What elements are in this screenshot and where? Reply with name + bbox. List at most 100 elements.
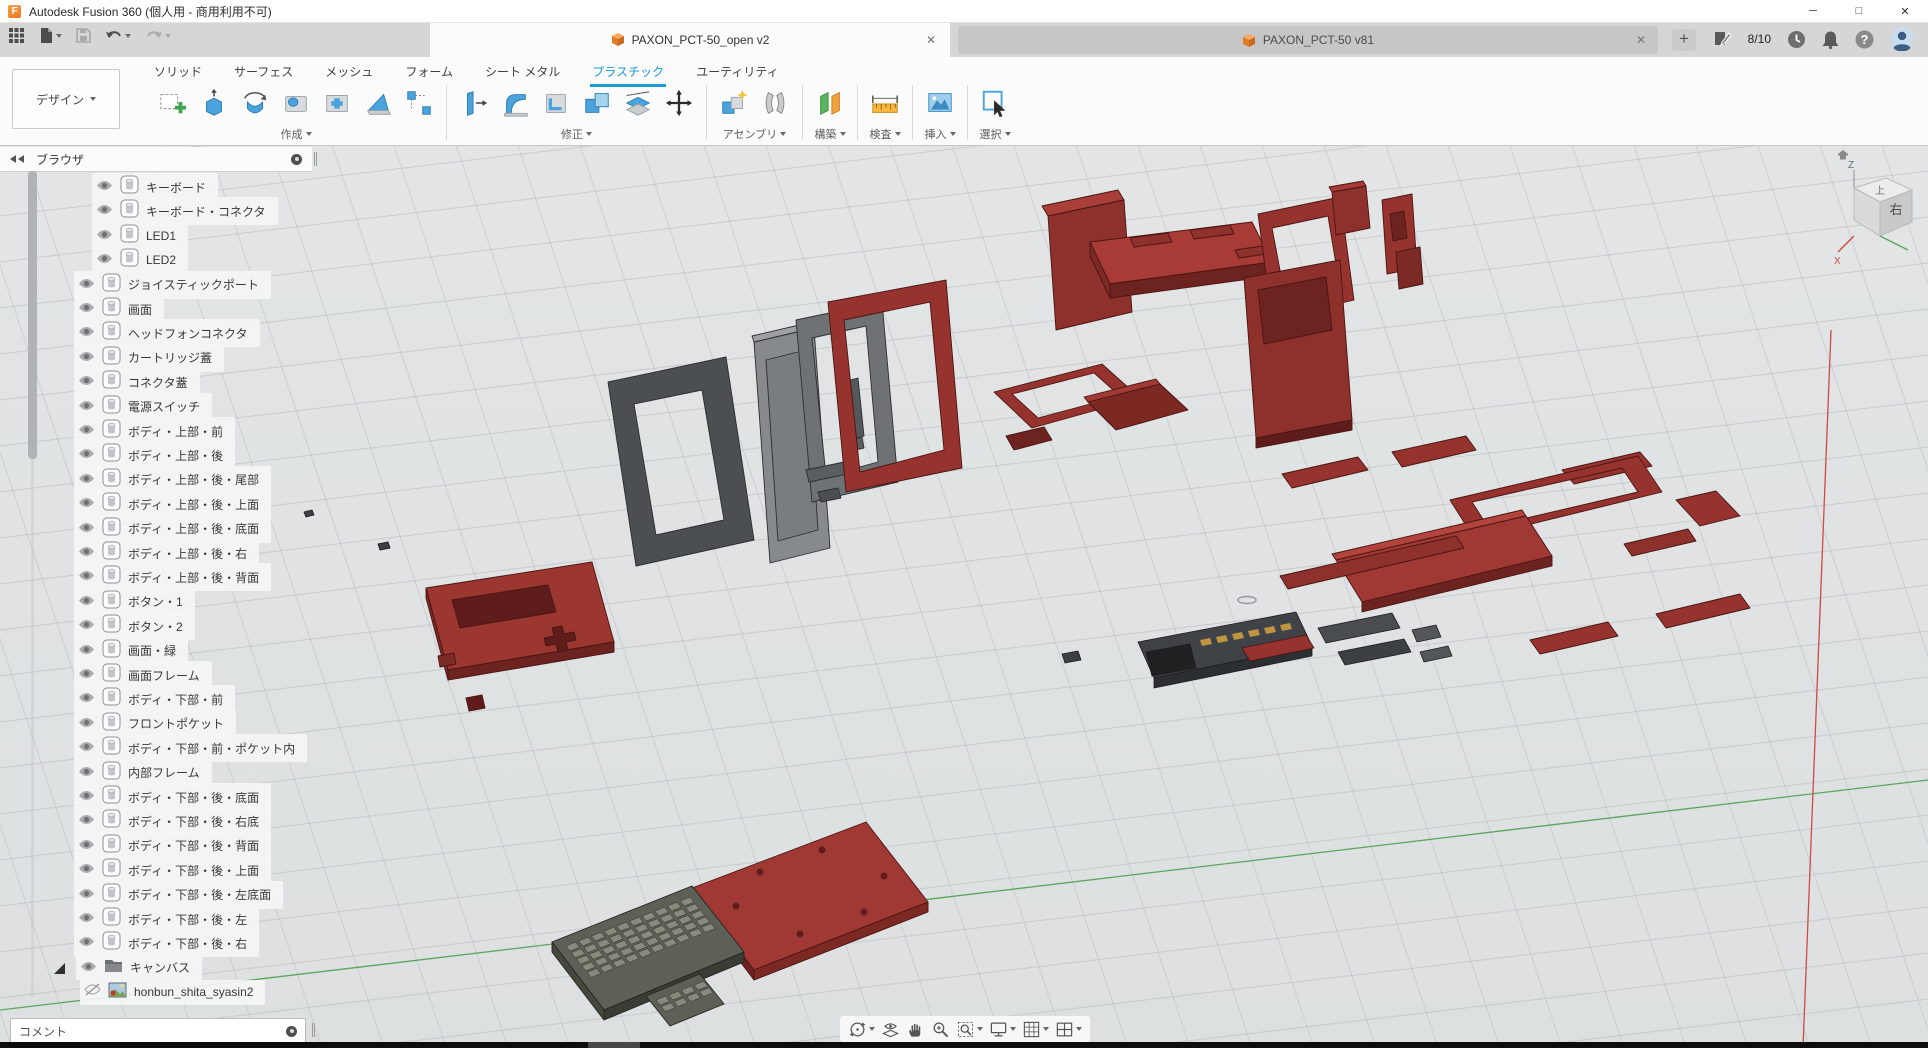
ribbon-group-label[interactable]: 構築: [815, 126, 846, 142]
pattern-icon[interactable]: [402, 86, 436, 120]
undo-icon[interactable]: [105, 28, 131, 43]
tree-row-ボディ・下部・後・右底[interactable]: ボディ・下部・後・右底: [74, 809, 271, 833]
ribbon-group-label[interactable]: 作成: [281, 126, 312, 142]
document-tab-active[interactable]: PAXON_PCT-50_open v2 ✕: [430, 22, 950, 57]
workspace-menu[interactable]: デザイン: [12, 69, 120, 129]
orbit-icon[interactable]: [848, 1020, 875, 1039]
collapse-panel-icon[interactable]: [10, 155, 26, 163]
insert-canvas-icon[interactable]: [923, 86, 957, 120]
eye-visible-icon[interactable]: [96, 202, 113, 220]
combine-icon[interactable]: [580, 86, 614, 120]
redo-icon[interactable]: [145, 28, 171, 43]
tree-row-キーボード[interactable]: キーボード: [92, 175, 218, 199]
tree-row-ボディ・上部・後・底面[interactable]: ボディ・上部・後・底面: [74, 517, 271, 541]
tree-row-キャンバス[interactable]: キャンバス: [52, 956, 202, 980]
browser-header[interactable]: ブラウザ: [0, 147, 312, 172]
tree-row-ボディ・上部・後・上面[interactable]: ボディ・上部・後・上面: [74, 492, 271, 516]
eye-visible-icon[interactable]: [78, 690, 95, 708]
comment-marker-icon[interactable]: [286, 1026, 297, 1037]
ribbon-group-label[interactable]: 検査: [870, 126, 901, 142]
eye-visible-icon[interactable]: [78, 861, 95, 879]
new-tab-button[interactable]: +: [1672, 29, 1696, 51]
eye-visible-icon[interactable]: [80, 959, 97, 977]
select-icon[interactable]: [978, 86, 1012, 120]
viewcube-right-face-label[interactable]: 右: [1889, 202, 1902, 217]
tab-close-icon[interactable]: ✕: [924, 33, 938, 47]
shell-icon[interactable]: [539, 86, 573, 120]
home-icon[interactable]: [1838, 150, 1848, 160]
eye-visible-icon[interactable]: [96, 178, 113, 196]
tree-row-画面[interactable]: 画面: [74, 297, 164, 321]
eye-visible-icon[interactable]: [78, 910, 95, 928]
eye-visible-icon[interactable]: [78, 568, 95, 586]
eye-visible-icon[interactable]: [78, 812, 95, 830]
eye-visible-icon[interactable]: [78, 642, 95, 660]
save-icon[interactable]: [76, 28, 91, 43]
viewcube-top-face-label[interactable]: 上: [1875, 185, 1885, 197]
tree-row-電源スイッチ[interactable]: 電源スイッチ: [74, 395, 212, 419]
tree-row-ボタン・1[interactable]: ボタン・1: [74, 590, 195, 614]
panel-drag-grip[interactable]: [314, 152, 315, 166]
ribbon-group-label[interactable]: 選択: [980, 126, 1011, 142]
tree-row-ボディ・下部・後・右[interactable]: ボディ・下部・後・右: [74, 931, 259, 955]
eye-visible-icon[interactable]: [78, 764, 95, 782]
tree-row-コネクタ蓋[interactable]: コネクタ蓋: [74, 370, 200, 394]
tree-row-ボディ・上部・後・尾部[interactable]: ボディ・上部・後・尾部: [74, 468, 271, 492]
split-body-icon[interactable]: [621, 86, 655, 120]
eye-visible-icon[interactable]: [78, 715, 95, 733]
look-at-icon[interactable]: [881, 1020, 900, 1039]
ribbon-group-label[interactable]: 修正: [561, 126, 592, 142]
eye-visible-icon[interactable]: [78, 617, 95, 635]
part-pcb-cluster[interactable]: [1062, 612, 1452, 688]
notifications-bell-icon[interactable]: [1822, 30, 1839, 49]
tree-row-honbun_shita_syasin2[interactable]: honbun_shita_syasin2: [80, 980, 265, 1004]
tree-row-ボディ・下部・後・上面[interactable]: ボディ・下部・後・上面: [74, 858, 271, 882]
viewports-icon[interactable]: [1055, 1020, 1082, 1039]
eye-visible-icon[interactable]: [96, 251, 113, 269]
press-pull-icon[interactable]: [457, 86, 491, 120]
eye-visible-icon[interactable]: [78, 544, 95, 562]
tree-row-ジョイスティックポート[interactable]: ジョイスティックポート: [74, 273, 271, 297]
tree-row-ボタン・2[interactable]: ボタン・2: [74, 614, 195, 638]
eye-visible-icon[interactable]: [78, 324, 95, 342]
eye-visible-icon[interactable]: [78, 666, 95, 684]
display-settings-icon[interactable]: [989, 1020, 1016, 1039]
loft-icon[interactable]: [361, 86, 395, 120]
job-status-icon[interactable]: [1714, 30, 1732, 48]
eye-visible-icon[interactable]: [78, 349, 95, 367]
tree-row-ボディ・上部・後・右[interactable]: ボディ・上部・後・右: [74, 541, 259, 565]
revolve-icon[interactable]: [238, 86, 272, 120]
tree-row-ボディ・下部・前[interactable]: ボディ・下部・前: [74, 687, 235, 711]
tree-row-ボディ・下部・前・ポケット内[interactable]: ボディ・下部・前・ポケット内: [74, 736, 307, 760]
eye-hidden-icon[interactable]: [84, 983, 101, 1001]
eye-visible-icon[interactable]: [78, 886, 95, 904]
clock-icon[interactable]: [1787, 30, 1806, 49]
eye-visible-icon[interactable]: [78, 593, 95, 611]
eye-visible-icon[interactable]: [78, 446, 95, 464]
tree-row-画面フレーム[interactable]: 画面フレーム: [74, 663, 212, 687]
tab-close-icon[interactable]: ✕: [1634, 33, 1648, 47]
minimize-button[interactable]: ─: [1790, 0, 1836, 22]
tree-row-ボディ・下部・後・左底面[interactable]: ボディ・下部・後・左底面: [74, 883, 283, 907]
pan-icon[interactable]: [906, 1020, 925, 1039]
fit-icon[interactable]: [956, 1020, 983, 1039]
hole-icon[interactable]: [279, 86, 313, 120]
tree-row-カートリッジ蓋[interactable]: カートリッジ蓋: [74, 346, 224, 370]
eye-visible-icon[interactable]: [78, 300, 95, 318]
eye-visible-icon[interactable]: [78, 934, 95, 952]
ribbon-group-label[interactable]: 挿入: [925, 126, 956, 142]
tree-row-ボディ・下部・後・背面[interactable]: ボディ・下部・後・背面: [74, 834, 271, 858]
eye-visible-icon[interactable]: [78, 837, 95, 855]
tree-row-LED2[interactable]: LED2: [92, 248, 188, 272]
eye-visible-icon[interactable]: [78, 422, 95, 440]
comment-panel[interactable]: コメント: [10, 1018, 306, 1044]
maximize-button[interactable]: □: [1836, 0, 1882, 22]
extrude-icon[interactable]: [197, 86, 231, 120]
ribbon-group-label[interactable]: アセンブリ: [723, 126, 786, 142]
tree-row-ボディ・上部・後・背面[interactable]: ボディ・上部・後・背面: [74, 565, 271, 589]
app-grid-icon[interactable]: [8, 27, 25, 44]
eye-visible-icon[interactable]: [78, 788, 95, 806]
eye-visible-icon[interactable]: [96, 227, 113, 245]
move-icon[interactable]: [662, 86, 696, 120]
view-cube[interactable]: Z 上 右 X: [1830, 148, 1926, 272]
